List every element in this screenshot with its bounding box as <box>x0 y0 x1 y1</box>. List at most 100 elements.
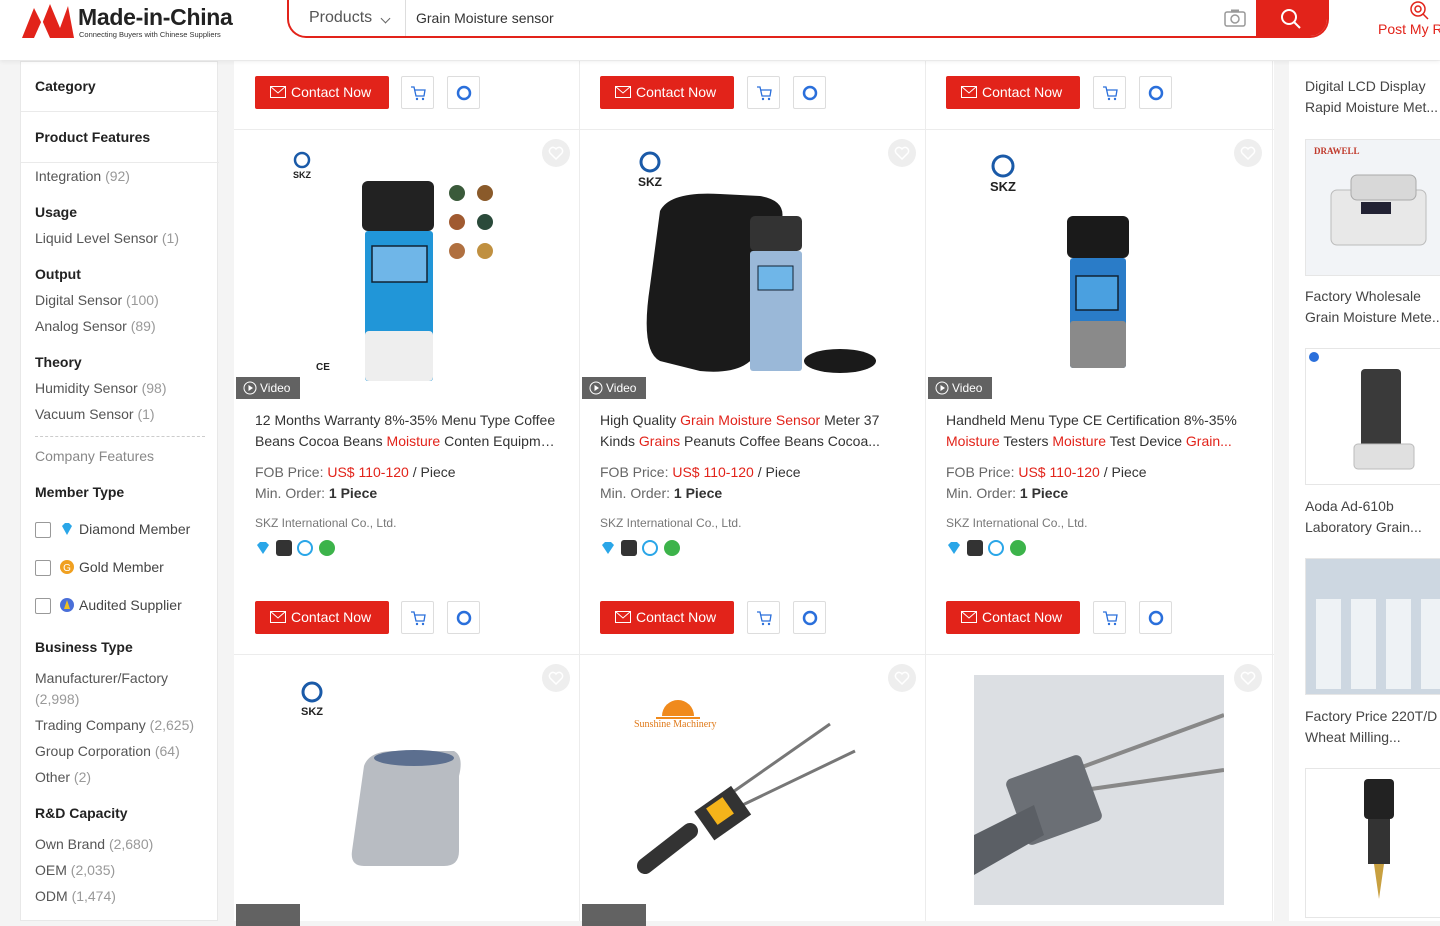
audited-supplier-checkbox[interactable] <box>35 598 51 614</box>
product-title[interactable]: High Quality Grain Moisture Sensor Meter… <box>600 410 905 452</box>
add-to-cart-button[interactable] <box>747 76 780 109</box>
svg-text:SKZ: SKZ <box>990 179 1016 194</box>
divider <box>579 61 580 921</box>
related-image[interactable]: DRAWELL <box>1305 139 1440 276</box>
filter-oem[interactable]: OEM (2,035) <box>35 862 115 878</box>
video-badge[interactable] <box>236 904 300 926</box>
filter-group-corporation[interactable]: Group Corporation (64) <box>35 743 180 759</box>
video-badge[interactable]: Video <box>928 377 992 399</box>
site-logo[interactable]: Made-in-China Connecting Buyers with Chi… <box>20 2 245 42</box>
cart-icon <box>757 611 772 626</box>
related-title[interactable]: Digital LCD Display Rapid Moisture Met... <box>1305 76 1440 118</box>
aoda-analyzer-image <box>1309 352 1415 470</box>
search-button[interactable] <box>1256 0 1327 36</box>
filter-odm[interactable]: ODM (1,474) <box>35 888 116 904</box>
chat-button[interactable] <box>1139 601 1172 634</box>
contact-now-button[interactable]: Contact Now <box>946 76 1080 109</box>
add-to-cart-button[interactable] <box>747 601 780 634</box>
gold-member-label[interactable]: Gold Member <box>79 559 164 575</box>
add-to-cart-button[interactable] <box>401 601 434 634</box>
filter-humidity-sensor[interactable]: Humidity Sensor (98) <box>35 380 167 396</box>
add-to-cart-button[interactable] <box>401 76 434 109</box>
gold-member-checkbox[interactable] <box>35 560 51 576</box>
product-image[interactable]: SKZ <box>600 146 900 386</box>
chat-button[interactable] <box>793 76 826 109</box>
chat-button[interactable] <box>447 76 480 109</box>
chevron-down-icon <box>380 13 391 24</box>
diamond-member-checkbox[interactable] <box>35 522 51 538</box>
divider <box>925 61 926 921</box>
video-badge[interactable] <box>582 904 646 926</box>
chat-icon <box>456 85 472 101</box>
divider <box>21 162 219 163</box>
filter-other[interactable]: Other (2) <box>35 769 91 785</box>
filter-own-brand[interactable]: Own Brand (2,680) <box>35 836 153 852</box>
fob-price: FOB Price: US$ 110-120 / Piece <box>946 464 1147 480</box>
contact-now-button[interactable]: Contact Now <box>255 76 389 109</box>
mail-icon <box>270 86 286 98</box>
filter-liquid-level-sensor[interactable]: Liquid Level Sensor (1) <box>35 230 179 246</box>
post-request-link[interactable]: Post My R <box>1378 0 1440 40</box>
mail-icon <box>270 611 286 623</box>
camera-icon[interactable] <box>1224 9 1246 27</box>
member-type-heading: Member Type <box>35 484 125 500</box>
contact-now-button[interactable]: Contact Now <box>600 76 734 109</box>
play-icon <box>589 381 603 395</box>
favorite-button[interactable] <box>1234 664 1262 692</box>
min-order: Min. Order: 1 Piece <box>255 485 378 501</box>
supplier-name[interactable]: SKZ International Co., Ltd. <box>946 516 1087 530</box>
product-title[interactable]: Handheld Menu Type CE Certification 8%-3… <box>946 410 1251 452</box>
related-image[interactable] <box>1305 348 1440 485</box>
product-image[interactable]: SKZ <box>254 676 554 906</box>
filter-vacuum-sensor[interactable]: Vacuum Sensor (1) <box>35 406 155 422</box>
chat-button[interactable] <box>447 601 480 634</box>
filter-manufacturer[interactable]: Manufacturer/Factory <box>35 670 168 686</box>
product-image[interactable] <box>600 676 900 906</box>
verified-icon <box>621 540 637 556</box>
contact-now-button[interactable]: Contact Now <box>600 601 734 634</box>
svg-text:CE: CE <box>316 362 330 373</box>
chat-icon <box>802 85 818 101</box>
chat-button[interactable] <box>793 601 826 634</box>
category-heading[interactable]: Category <box>35 78 96 94</box>
related-title[interactable]: Factory Price 220T/D Wheat Milling... <box>1305 706 1440 748</box>
audited-supplier-label[interactable]: Audited Supplier <box>79 597 182 613</box>
product-features-heading: Product Features <box>35 129 151 145</box>
search-category-select[interactable]: Products <box>289 0 406 36</box>
video-badge[interactable]: Video <box>582 377 646 399</box>
product-image[interactable]: SKZ <box>946 146 1246 386</box>
wheat-mill-image <box>1316 599 1440 689</box>
cart-icon <box>1103 611 1118 626</box>
add-to-cart-button[interactable] <box>1093 76 1126 109</box>
contact-label: Contact Now <box>291 84 372 100</box>
contact-now-button[interactable]: Contact Now <box>946 601 1080 634</box>
related-image[interactable] <box>1305 558 1440 695</box>
cart-icon <box>411 611 426 626</box>
supplier-name[interactable]: SKZ International Co., Ltd. <box>600 516 741 530</box>
product-image[interactable]: SKZ CE <box>254 146 554 386</box>
add-to-cart-button[interactable] <box>1093 601 1126 634</box>
related-image[interactable] <box>1305 768 1440 918</box>
video-label: Video <box>260 381 291 395</box>
logo-mark-icon <box>22 4 74 38</box>
related-title[interactable]: Factory Wholesale Grain Moisture Mete... <box>1305 286 1440 328</box>
related-title[interactable]: Aoda Ad-610b Laboratory Grain... <box>1305 496 1440 538</box>
search-input[interactable]: Grain Moisture sensor <box>416 10 554 26</box>
product-title[interactable]: 12 Months Warranty 8%-35% Menu Type Coff… <box>255 410 560 452</box>
chat-button[interactable] <box>1139 76 1172 109</box>
filter-analog-sensor[interactable]: Analog Sensor (89) <box>35 318 156 334</box>
video-badge[interactable]: Video <box>236 377 300 399</box>
tour-360-icon <box>297 540 313 556</box>
contact-label: Contact Now <box>636 609 717 625</box>
trade-assurance-icon <box>664 540 680 556</box>
diamond-member-label[interactable]: Diamond Member <box>79 521 190 537</box>
filter-trading-company[interactable]: Trading Company (2,625) <box>35 717 194 733</box>
contact-now-button[interactable]: Contact Now <box>255 601 389 634</box>
business-type-heading: Business Type <box>35 639 133 655</box>
gold-member-icon: G <box>60 560 74 574</box>
filter-digital-sensor[interactable]: Digital Sensor (100) <box>35 292 159 308</box>
product-grid: Contact Now Contact Now Contact Now SKZ <box>234 61 1274 926</box>
supplier-name[interactable]: SKZ International Co., Ltd. <box>255 516 396 530</box>
product-image[interactable] <box>974 675 1224 905</box>
filter-integration[interactable]: Integration (92) <box>35 168 130 184</box>
